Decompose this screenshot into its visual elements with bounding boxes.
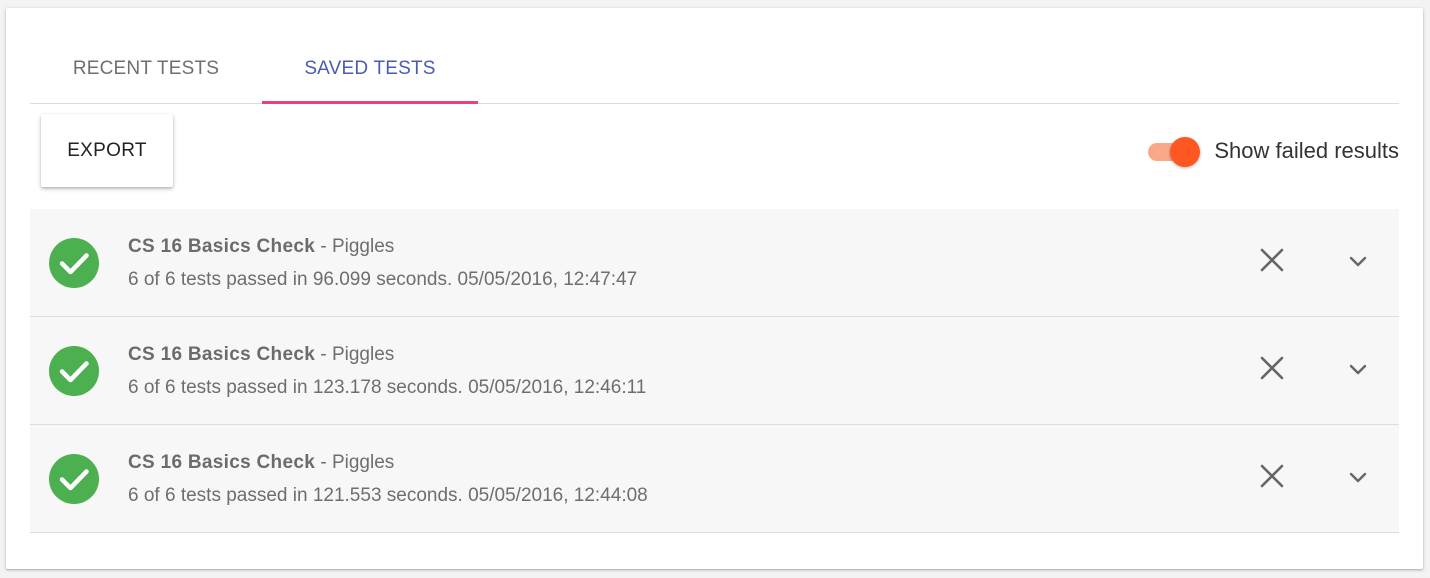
close-icon[interactable] bbox=[1258, 462, 1286, 490]
export-button[interactable]: EXPORT bbox=[41, 114, 173, 187]
result-title: CS 16 Basics Check - Piggles bbox=[128, 344, 394, 366]
result-row[interactable]: CS 16 Basics Check - Piggles 6 of 6 test… bbox=[30, 209, 1399, 317]
test-results-card: RECENT TESTS SAVED TESTS EXPORT Show fai… bbox=[6, 8, 1423, 569]
title-separator: - bbox=[315, 452, 332, 473]
tab-saved-tests-label: SAVED TESTS bbox=[304, 58, 436, 79]
result-title: CS 16 Basics Check - Piggles bbox=[128, 236, 394, 258]
check-circle-icon bbox=[49, 346, 99, 396]
tab-bar: RECENT TESTS SAVED TESTS bbox=[30, 46, 1399, 104]
title-separator: - bbox=[315, 344, 332, 365]
result-summary: 6 of 6 tests passed in 121.553 seconds. … bbox=[128, 485, 648, 506]
active-tab-indicator bbox=[262, 101, 478, 104]
check-circle-icon bbox=[49, 454, 99, 504]
show-failed-label[interactable]: Show failed results bbox=[1214, 138, 1399, 164]
chevron-down-icon[interactable] bbox=[1346, 249, 1370, 273]
result-title: CS 16 Basics Check - Piggles bbox=[128, 452, 394, 474]
test-author: Piggles bbox=[331, 344, 395, 365]
show-failed-toggle-group: Show failed results bbox=[1148, 134, 1399, 168]
show-failed-toggle[interactable] bbox=[1148, 136, 1201, 167]
test-author: Piggles bbox=[331, 452, 395, 473]
test-suite-name: CS 16 Basics Check bbox=[128, 452, 316, 473]
tab-saved-tests[interactable]: SAVED TESTS bbox=[262, 46, 478, 104]
result-summary: 6 of 6 tests passed in 96.099 seconds. 0… bbox=[128, 269, 638, 290]
close-icon[interactable] bbox=[1258, 246, 1286, 274]
title-separator: - bbox=[315, 236, 332, 257]
chevron-down-icon[interactable] bbox=[1346, 465, 1370, 489]
check-circle-icon bbox=[49, 238, 99, 288]
toggle-thumb bbox=[1170, 137, 1201, 167]
results-list: CS 16 Basics Check - Piggles 6 of 6 test… bbox=[30, 209, 1399, 533]
test-author: Piggles bbox=[331, 236, 395, 257]
close-icon[interactable] bbox=[1258, 354, 1286, 382]
test-suite-name: CS 16 Basics Check bbox=[128, 236, 316, 257]
tab-recent-tests[interactable]: RECENT TESTS bbox=[30, 46, 262, 103]
result-row[interactable]: CS 16 Basics Check - Piggles 6 of 6 test… bbox=[30, 317, 1399, 425]
test-suite-name: CS 16 Basics Check bbox=[128, 344, 316, 365]
result-row[interactable]: CS 16 Basics Check - Piggles 6 of 6 test… bbox=[30, 425, 1399, 533]
chevron-down-icon[interactable] bbox=[1346, 357, 1370, 381]
result-summary: 6 of 6 tests passed in 123.178 seconds. … bbox=[128, 377, 647, 398]
